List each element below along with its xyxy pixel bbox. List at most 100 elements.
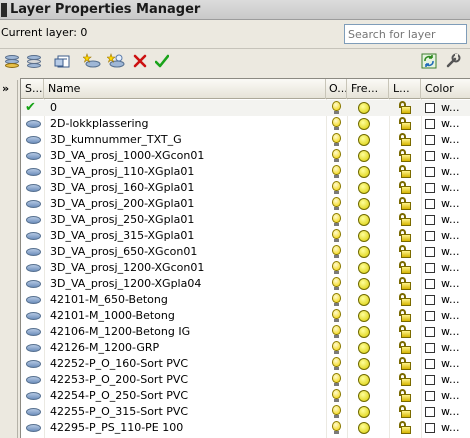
new-layer-vp-frozen-button[interactable] (106, 51, 126, 71)
layer-row[interactable]: 42253-P_O_200-Sort PVC w... (21, 372, 470, 388)
layer-lock-toggle[interactable] (389, 100, 421, 116)
layer-color[interactable]: w... (421, 196, 470, 212)
layer-lock-toggle[interactable] (389, 404, 421, 420)
column-header-name[interactable]: Name (44, 79, 326, 99)
layer-color[interactable]: w... (421, 388, 470, 404)
layer-name[interactable]: 3D_kumnummer_TXT_G (50, 132, 324, 148)
layer-row[interactable]: 42101-M_650-Betong w... (21, 292, 470, 308)
layer-name[interactable]: 3D_VA_prosj_160-XGpla01 (50, 180, 324, 196)
layer-row[interactable]: 3D_VA_prosj_200-XGpla01 w... (21, 196, 470, 212)
layer-name[interactable]: 2D-lokkplassering (50, 116, 324, 132)
layer-row[interactable]: 3D_VA_prosj_110-XGpla01 w... (21, 164, 470, 180)
new-property-filter-button[interactable] (2, 51, 22, 71)
layer-status[interactable] (21, 308, 44, 324)
layer-on-toggle[interactable] (326, 244, 347, 260)
layer-lock-toggle[interactable] (389, 292, 421, 308)
delete-layer-button[interactable] (130, 51, 150, 71)
layer-on-toggle[interactable] (326, 180, 347, 196)
layer-color[interactable]: w... (421, 420, 470, 436)
layer-row[interactable]: 3D_VA_prosj_160-XGpla01 w... (21, 180, 470, 196)
layer-name[interactable]: 42126-M_1200-GRP (50, 340, 324, 356)
layer-name[interactable]: 3D_VA_prosj_315-XGpla01 (50, 228, 324, 244)
layer-name[interactable]: 42106-M_1200-Betong IG (50, 324, 324, 340)
layer-row[interactable]: 3D_VA_prosj_250-XGpla01 w... (21, 212, 470, 228)
layer-freeze-toggle[interactable] (347, 404, 389, 420)
layer-name[interactable]: 3D_VA_prosj_1200-XGcon01 (50, 260, 324, 276)
layer-status[interactable] (21, 356, 44, 372)
layer-name[interactable]: 3D_VA_prosj_200-XGpla01 (50, 196, 324, 212)
layer-status[interactable] (21, 388, 44, 404)
layer-lock-toggle[interactable] (389, 196, 421, 212)
layer-row[interactable]: 42295-P_PS_110-PE 100 w... (21, 420, 470, 436)
layer-name[interactable]: 0 (50, 100, 324, 116)
layer-row[interactable]: 42252-P_O_160-Sort PVC w... (21, 356, 470, 372)
layer-on-toggle[interactable] (326, 148, 347, 164)
layer-on-toggle[interactable] (326, 260, 347, 276)
layer-freeze-toggle[interactable] (347, 372, 389, 388)
layer-lock-toggle[interactable] (389, 260, 421, 276)
layer-on-toggle[interactable] (326, 340, 347, 356)
layer-name[interactable]: 3D_VA_prosj_1200-XGpla04 (50, 276, 324, 292)
layer-status[interactable] (21, 276, 44, 292)
new-group-filter-button[interactable] (24, 51, 44, 71)
layer-name[interactable]: 42295-P_PS_110-PE 100 (50, 420, 324, 436)
layer-lock-toggle[interactable] (389, 372, 421, 388)
layer-lock-toggle[interactable] (389, 244, 421, 260)
layer-row[interactable]: 42126-M_1200-GRP w... (21, 340, 470, 356)
layer-status[interactable] (21, 212, 44, 228)
layer-status[interactable] (21, 324, 44, 340)
layer-color[interactable]: w... (421, 100, 470, 116)
layer-freeze-toggle[interactable] (347, 164, 389, 180)
new-layer-button[interactable] (82, 51, 102, 71)
layer-row[interactable]: 3D_VA_prosj_1000-XGcon01 w... (21, 148, 470, 164)
layer-name[interactable]: 42253-P_O_200-Sort PVC (50, 372, 324, 388)
layer-status[interactable] (21, 260, 44, 276)
layer-on-toggle[interactable] (326, 404, 347, 420)
layer-status[interactable] (21, 164, 44, 180)
layer-color[interactable]: w... (421, 244, 470, 260)
layer-status[interactable]: ✔ (21, 100, 44, 116)
title-bar[interactable]: Layer Properties Manager (0, 0, 470, 20)
layer-color[interactable]: w... (421, 132, 470, 148)
layer-freeze-toggle[interactable] (347, 244, 389, 260)
layer-color[interactable]: w... (421, 356, 470, 372)
layer-color[interactable]: w... (421, 180, 470, 196)
layer-lock-toggle[interactable] (389, 212, 421, 228)
layer-status[interactable] (21, 132, 44, 148)
layer-status[interactable] (21, 228, 44, 244)
layer-row[interactable]: 2D-lokkplassering w... (21, 116, 470, 132)
column-header-color[interactable]: Color (421, 79, 470, 99)
layer-on-toggle[interactable] (326, 372, 347, 388)
layer-color[interactable]: w... (421, 164, 470, 180)
layer-on-toggle[interactable] (326, 132, 347, 148)
layer-on-toggle[interactable] (326, 292, 347, 308)
layer-name[interactable]: 3D_VA_prosj_250-XGpla01 (50, 212, 324, 228)
layer-freeze-toggle[interactable] (347, 420, 389, 436)
layer-status[interactable] (21, 420, 44, 436)
layer-status[interactable] (21, 116, 44, 132)
layer-row[interactable]: 3D_VA_prosj_315-XGpla01 w... (21, 228, 470, 244)
layer-on-toggle[interactable] (326, 420, 347, 436)
layer-freeze-toggle[interactable] (347, 100, 389, 116)
layer-color[interactable]: w... (421, 260, 470, 276)
layer-on-toggle[interactable] (326, 164, 347, 180)
layer-color[interactable]: w... (421, 404, 470, 420)
layer-lock-toggle[interactable] (389, 164, 421, 180)
layer-name[interactable]: 42252-P_O_160-Sort PVC (50, 356, 324, 372)
layer-lock-toggle[interactable] (389, 308, 421, 324)
layer-on-toggle[interactable] (326, 356, 347, 372)
settings-button[interactable] (443, 51, 463, 71)
layer-freeze-toggle[interactable] (347, 116, 389, 132)
layer-lock-toggle[interactable] (389, 324, 421, 340)
column-header-status[interactable]: S... (21, 79, 44, 99)
layer-status[interactable] (21, 372, 44, 388)
layer-row[interactable]: 42255-P_O_315-Sort PVC w... (21, 404, 470, 420)
layer-color[interactable]: w... (421, 372, 470, 388)
layer-freeze-toggle[interactable] (347, 228, 389, 244)
layer-name[interactable]: 42255-P_O_315-Sort PVC (50, 404, 324, 420)
layer-color[interactable]: w... (421, 148, 470, 164)
layer-name[interactable]: 42101-M_1000-Betong (50, 308, 324, 324)
set-current-button[interactable] (152, 51, 172, 71)
layer-freeze-toggle[interactable] (347, 292, 389, 308)
layer-freeze-toggle[interactable] (347, 212, 389, 228)
